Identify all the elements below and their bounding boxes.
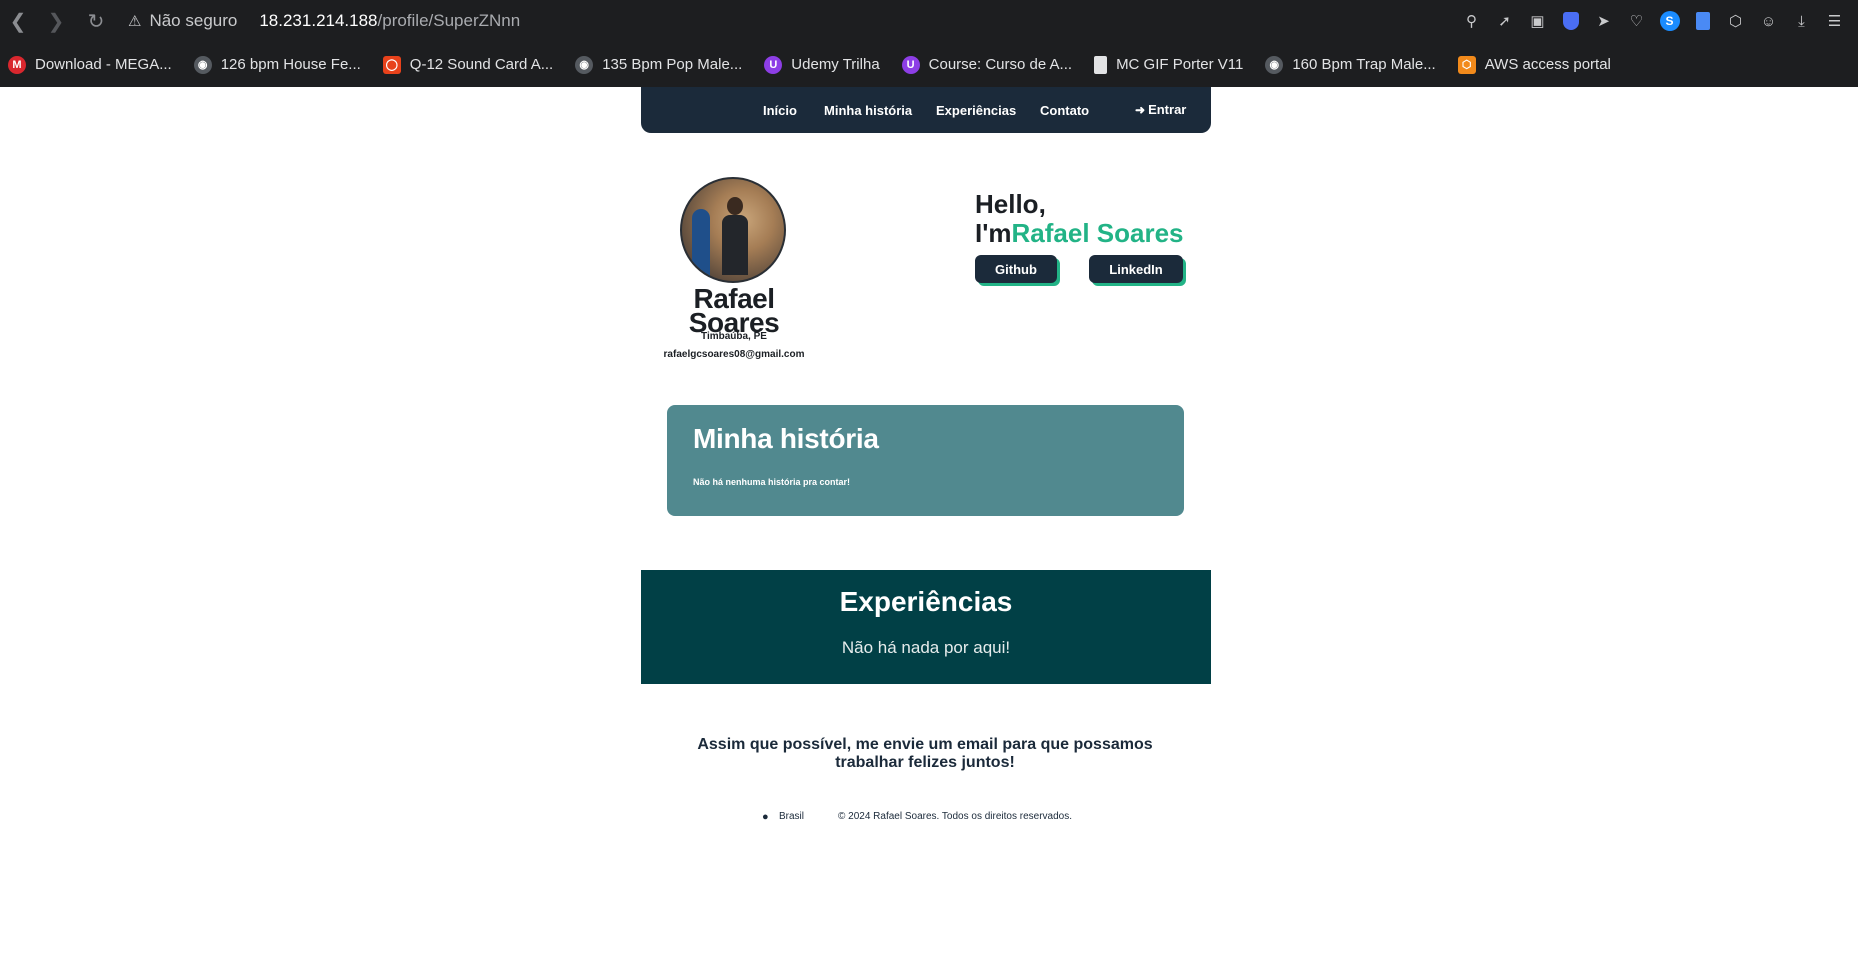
experiences-section: Experiências Não há nada por aqui! [641, 570, 1211, 684]
cartoon-icon: ◉ [575, 55, 594, 74]
bookmark-label: Course: Curso de A... [928, 56, 1073, 73]
avatar [680, 177, 786, 283]
cube-icon[interactable]: ⬡ [1722, 8, 1749, 35]
zoom-icon[interactable]: ⚲ [1458, 8, 1485, 35]
udemy-icon: U [764, 55, 783, 74]
cartoon-icon: ◉ [193, 55, 212, 74]
aws-icon: ⬡ [1457, 55, 1476, 74]
avatar-head [727, 197, 743, 215]
reload-icon[interactable]: ↻ [82, 7, 110, 35]
bookmark-item[interactable]: ⬡ AWS access portal [1457, 55, 1611, 74]
hero-name: Rafael Soares [1011, 218, 1184, 248]
aliexpress-icon: ◯ [382, 55, 401, 74]
bookmark-item[interactable]: ◉ 160 Bpm Trap Male... [1265, 55, 1436, 74]
warning-icon: ⚠ [128, 13, 142, 30]
bookmark-label: Udemy Trilha [791, 56, 880, 73]
footer-location: Brasil [779, 811, 805, 822]
heart-icon[interactable]: ♡ [1623, 8, 1650, 35]
experiences-title: Experiências [839, 586, 1013, 617]
camera-icon[interactable]: ▣ [1524, 8, 1551, 35]
cartoon-icon: ◉ [1265, 55, 1284, 74]
bookmark-item[interactable]: ◯ Q-12 Sound Card A... [382, 55, 554, 74]
im-text: I'm [975, 218, 1012, 248]
download-icon[interactable]: ⤓ [1788, 8, 1815, 35]
login-label: Entrar [1148, 102, 1187, 117]
footer: ● Brasil © 2024 Rafael Soares. Todos os … [762, 811, 1072, 823]
nav-experiencias[interactable]: Experiências [936, 103, 1016, 118]
location-pin-icon: ● [762, 811, 769, 823]
bookmark-item[interactable]: M Download - MEGA... [8, 55, 172, 74]
nav-contato[interactable]: Contato [1040, 103, 1089, 118]
profile-icon[interactable]: ☺ [1755, 8, 1782, 35]
udemy-icon: U [901, 55, 920, 74]
toolbar-icons: ⚲ ➚ ▣ ➤ ♡ S ⬡ ☺ ⤓ ☰ [1458, 0, 1848, 42]
security-label: Não seguro [149, 11, 238, 30]
send-icon[interactable]: ➤ [1590, 8, 1617, 35]
profile-email: rafaelgcsoares08@gmail.com [663, 349, 805, 360]
settings-icon[interactable]: ☰ [1821, 8, 1848, 35]
experiences-text: Não há nada por aqui! [841, 638, 1011, 657]
nav-historia[interactable]: Minha história [824, 103, 912, 118]
linkedin-button[interactable]: LinkedIn [1089, 255, 1183, 283]
bookmark-label: 135 Bpm Pop Male... [602, 56, 743, 73]
story-text: Não há nenhuma história pra contar! [693, 477, 851, 487]
profile-name: Rafael Soares [688, 283, 780, 338]
login-button[interactable]: ➜ Entrar [1135, 102, 1186, 117]
url-host: 18.231.214.188 [259, 11, 378, 30]
hello-text: Hello, [975, 189, 1046, 219]
bookmark-label: AWS access portal [1484, 56, 1611, 73]
bookmark-label: 126 bpm House Fe... [220, 56, 361, 73]
bookmark-item[interactable]: ◉ 126 bpm House Fe... [193, 55, 361, 74]
contact-message: Assim que possível, me envie um email pa… [697, 736, 1153, 771]
nav-inicio[interactable]: Início [763, 103, 797, 118]
bookmark-label: Download - MEGA... [35, 56, 172, 73]
story-title: Minha história [693, 423, 879, 454]
mega-icon: M [8, 55, 26, 74]
github-button[interactable]: Github [975, 255, 1057, 283]
shazam-icon[interactable]: S [1656, 8, 1683, 35]
page: Início Minha história Experiências Conta… [0, 87, 1858, 960]
vpn-shield-icon[interactable] [1557, 8, 1584, 35]
back-icon[interactable]: ❮ [4, 7, 32, 35]
avatar-banner [692, 209, 710, 279]
share-icon[interactable]: ➚ [1491, 8, 1518, 35]
profile-city: Timbaúba, PE [701, 331, 767, 342]
url-path: /profile/SuperZNnn [377, 11, 521, 30]
address-bar[interactable]: ⚠ Não seguro 18.231.214.188 /profile/Sup… [128, 6, 520, 36]
bookmark-item[interactable]: U Udemy Trilha [764, 55, 880, 74]
site-navbar: Início Minha história Experiências Conta… [641, 87, 1211, 133]
forward-icon[interactable]: ❯ [42, 7, 70, 35]
login-icon: ➜ [1135, 102, 1146, 117]
bookmark-label: MC GIF Porter V11 [1116, 56, 1244, 73]
story-card: Minha história Não há nenhuma história p… [667, 405, 1184, 516]
extension-doc-icon[interactable] [1689, 8, 1716, 35]
bookmark-label: Q-12 Sound Card A... [409, 56, 554, 73]
avatar-body [722, 215, 748, 275]
hero-name-line: I'mRafael Soares [975, 219, 1184, 248]
bookmarks-bar: M Download - MEGA... ◉ 126 bpm House Fe...… [0, 42, 1858, 87]
avatar-person [722, 197, 748, 275]
bookmark-item[interactable]: ◉ 135 Bpm Pop Male... [575, 55, 743, 74]
browser-toolbar: ❮ ❯ ↻ ⚠ Não seguro 18.231.214.188 /profi… [0, 0, 1858, 42]
bookmark-item[interactable]: MC GIF Porter V11 [1094, 55, 1244, 74]
bookmark-item[interactable]: U Course: Curso de A... [901, 55, 1073, 74]
hero-greeting: Hello, I'mRafael Soares [975, 190, 1184, 248]
bookmark-label: 160 Bpm Trap Male... [1292, 56, 1436, 73]
file-icon [1094, 55, 1108, 74]
footer-copyright: © 2024 Rafael Soares. Todos os direitos … [838, 811, 1072, 822]
